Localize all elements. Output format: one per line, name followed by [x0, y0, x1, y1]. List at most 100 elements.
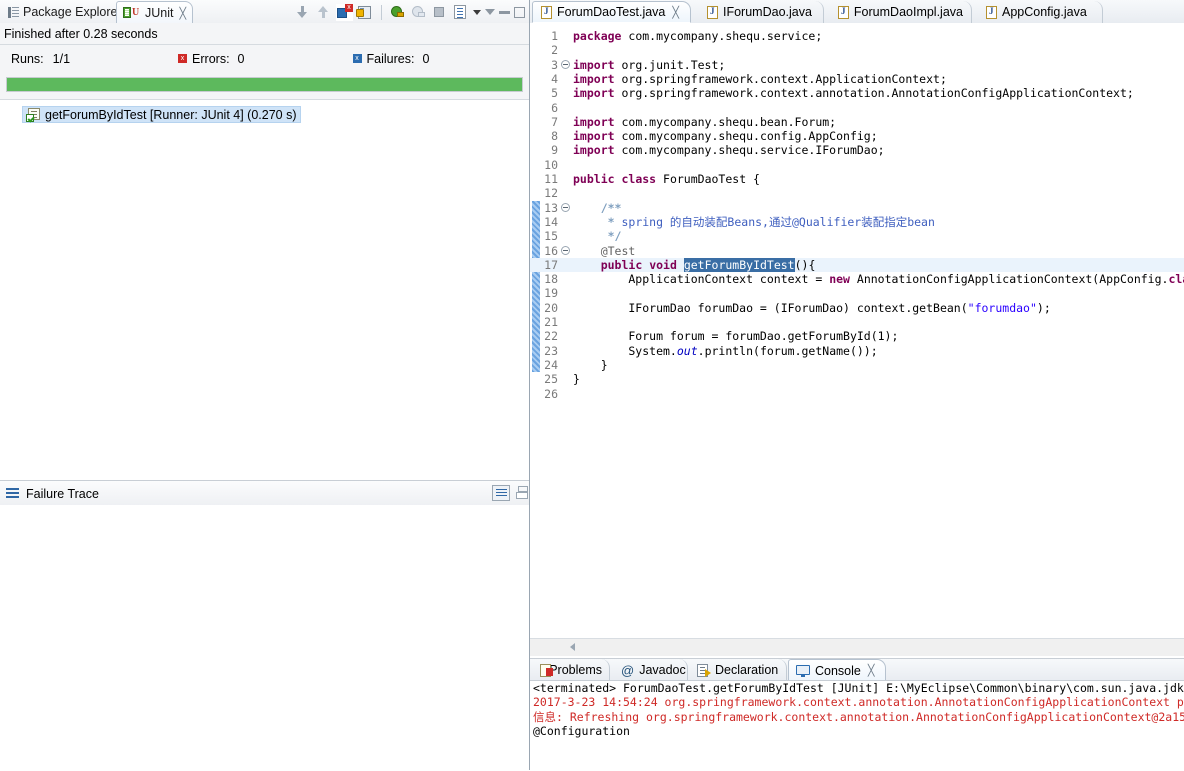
- view-menu-icon[interactable]: [485, 9, 495, 15]
- code-text: ApplicationContext context = new Annotat…: [573, 272, 1184, 287]
- dropdown-caret-icon[interactable]: [473, 9, 481, 15]
- tab-junit[interactable]: U JUnit ╳: [116, 1, 194, 24]
- code-text: package com.mycompany.shequ.service;: [573, 29, 823, 43]
- tab-package-explorer[interactable]: Package Explorer: [2, 1, 128, 23]
- rerun-test-icon[interactable]: [389, 4, 406, 21]
- runs-counter: Runs: 1/1: [11, 52, 70, 66]
- filter-stack-trace-icon[interactable]: [492, 485, 510, 501]
- javadoc-icon: @: [621, 662, 635, 678]
- code-line: 10: [530, 158, 1184, 172]
- tab-iforumdao[interactable]: IForumDao.java: [699, 1, 824, 23]
- next-failure-icon[interactable]: [294, 4, 311, 21]
- java-file-icon: [707, 5, 718, 19]
- fold-toggle-icon[interactable]: [561, 202, 570, 212]
- line-number: 19: [544, 286, 558, 301]
- console-line: 2017-3-23 14:54:24 org.springframework.c…: [533, 695, 1184, 710]
- scroll-left-icon[interactable]: [570, 643, 575, 651]
- show-failures-only-icon[interactable]: x: [336, 3, 353, 21]
- fold-toggle-icon[interactable]: [561, 59, 570, 69]
- code-line: 5 import org.springframework.context.anno…: [530, 86, 1184, 100]
- editor-horizontal-scrollbar[interactable]: [530, 638, 1184, 656]
- previous-failure-icon[interactable]: [315, 4, 332, 21]
- close-icon[interactable]: ╳: [672, 6, 679, 19]
- tab-javadoc[interactable]: @ Javadoc: [614, 659, 688, 681]
- junit-status-line: Finished after 0.28 seconds: [0, 23, 533, 45]
- minimize-icon[interactable]: [499, 10, 510, 14]
- code-text: import org.springframework.context.Appli…: [573, 71, 947, 86]
- fold-toggle-icon[interactable]: [561, 245, 570, 255]
- line-number: 26: [544, 386, 558, 401]
- code-text: Forum forum = forumDao.getForumById(1);: [573, 329, 899, 344]
- tab-forumdaotest[interactable]: ForumDaoTest.java ╳: [532, 1, 691, 23]
- close-icon[interactable]: ╳: [179, 7, 186, 20]
- test-result-label: getForumByIdTest [Runner: JUnit 4] (0.27…: [45, 107, 297, 122]
- toolbar-separator: [381, 4, 382, 20]
- runs-value: 1/1: [52, 51, 71, 66]
- tab-problems[interactable]: Problems: [532, 659, 610, 681]
- console-output[interactable]: <terminated> ForumDaoTest.getForumByIdTe…: [530, 680, 1184, 771]
- runs-label: Runs:: [11, 51, 44, 66]
- junit-view: Package Explorer U JUnit ╳ x Finished af…: [0, 0, 535, 770]
- tab-console[interactable]: Console ╳: [788, 659, 886, 681]
- console-line: 信息: Refreshing org.springframework.conte…: [533, 709, 1184, 724]
- console-icon: [796, 664, 810, 677]
- tab-problems-label: Problems: [549, 663, 602, 677]
- code-line: 21: [530, 315, 1184, 329]
- code-line: 11 public class ForumDaoTest {: [530, 172, 1184, 186]
- junit-status-text: Finished after 0.28 seconds: [4, 26, 158, 41]
- tab-declaration[interactable]: Declaration: [690, 659, 787, 681]
- maximize-pane-icon[interactable]: [516, 486, 530, 500]
- line-number: 14: [544, 214, 558, 229]
- failures-badge-icon: x: [352, 54, 362, 63]
- code-line: 24 }: [530, 358, 1184, 372]
- tab-junit-label: JUnit: [145, 6, 174, 20]
- line-number: 22: [544, 329, 558, 344]
- bottom-panel-tabbar: Problems @ Javadoc Declaration Console ╳: [530, 658, 1184, 681]
- rerun-failed-icon[interactable]: [410, 4, 427, 21]
- line-number: 15: [544, 229, 558, 244]
- junit-toolbar: x: [294, 2, 525, 22]
- stop-icon[interactable]: [431, 4, 448, 21]
- line-number: 25: [544, 372, 558, 387]
- failure-trace-body[interactable]: [0, 505, 529, 770]
- code-editor[interactable]: 1 package com.mycompany.shequ.service; 2 3 i…: [530, 23, 1184, 638]
- code-line: 8 import com.mycompany.shequ.config.AppCo…: [530, 129, 1184, 143]
- line-number: 23: [544, 343, 558, 358]
- code-line: 12: [530, 186, 1184, 200]
- errors-badge-icon: x: [178, 54, 188, 63]
- tab-package-explorer-label: Package Explorer: [23, 5, 122, 19]
- java-file-icon: [986, 5, 997, 19]
- failure-trace-header: Failure Trace: [0, 480, 535, 507]
- code-text: */: [573, 229, 622, 244]
- lock-scroll-icon[interactable]: [356, 4, 374, 21]
- maximize-icon[interactable]: [514, 6, 525, 18]
- code-text: @Test: [573, 243, 636, 258]
- code-text: import org.springframework.context.annot…: [573, 86, 1134, 101]
- close-icon[interactable]: ╳: [868, 664, 875, 677]
- test-run-history-icon[interactable]: [452, 4, 469, 21]
- junit-result-tree[interactable]: getForumByIdTest [Runner: JUnit 4] (0.27…: [0, 99, 529, 481]
- code-line: 19: [530, 286, 1184, 300]
- line-number: 7: [551, 114, 558, 129]
- tab-forumdaoimpl[interactable]: ForumDaoImpl.java: [830, 1, 972, 23]
- code-text: import org.junit.Test;: [573, 57, 726, 72]
- tab-console-label: Console: [815, 663, 861, 678]
- line-number: 1: [551, 29, 558, 43]
- failures-label: Failures:: [366, 51, 415, 66]
- line-number: 17: [544, 257, 558, 272]
- tab-appconfig-label: AppConfig.java: [1002, 5, 1087, 19]
- code-line: 17 public void getForumByIdTest(){: [530, 257, 1184, 273]
- line-number: 5: [551, 86, 558, 101]
- junit-view-tabbar: Package Explorer U JUnit ╳ x: [0, 0, 529, 24]
- console-line: @Configuration: [533, 723, 630, 738]
- failures-value: 0: [422, 51, 430, 66]
- failures-counter: x Failures: 0: [352, 51, 430, 66]
- stack-trace-icon: [6, 488, 19, 499]
- console-line: <terminated> ForumDaoTest.getForumByIdTe…: [533, 681, 1184, 695]
- line-number: 10: [544, 157, 558, 172]
- tab-appconfig[interactable]: AppConfig.java: [978, 1, 1103, 23]
- line-number: 18: [544, 272, 558, 287]
- list-item[interactable]: getForumByIdTest [Runner: JUnit 4] (0.27…: [22, 106, 301, 123]
- code-text: /**: [573, 200, 622, 215]
- code-line: 23 System.out.println(forum.getName());: [530, 344, 1184, 358]
